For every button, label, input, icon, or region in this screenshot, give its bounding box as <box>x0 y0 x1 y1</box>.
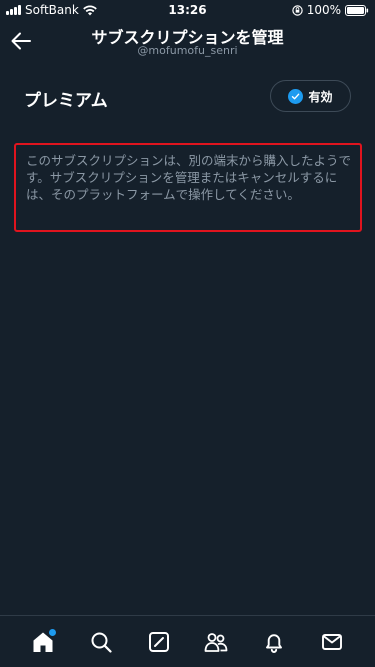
nav-home[interactable] <box>28 627 58 657</box>
wifi-icon <box>83 4 97 15</box>
search-icon <box>91 632 112 653</box>
bottom-nav <box>0 615 375 667</box>
subscription-status-badge[interactable]: 有効 <box>270 80 351 112</box>
orientation-lock-icon <box>291 4 303 16</box>
nav-compose[interactable] <box>144 627 174 657</box>
header: サブスクリプションを管理 @mofumofu_senri <box>0 20 375 66</box>
info-message: このサブスクリプションは、別の端末から購入したようです。サブスクリプションを管理… <box>26 153 352 202</box>
status-label: 有効 <box>308 89 333 104</box>
battery-percent: 100% <box>306 3 341 17</box>
info-message-box: このサブスクリプションは、別の端末から購入したようです。サブスクリプションを管理… <box>14 143 362 232</box>
check-icon <box>288 88 304 104</box>
status-bar: SoftBank 13:26 100% <box>0 0 375 20</box>
battery-icon <box>345 4 369 16</box>
account-username: @mofumofu_senri <box>137 44 238 57</box>
carrier-label: SoftBank <box>25 3 79 17</box>
compose-icon <box>148 631 169 652</box>
notification-dot <box>48 628 56 636</box>
nav-notifications[interactable] <box>259 627 289 657</box>
nav-communities[interactable] <box>201 627 231 657</box>
nav-messages[interactable] <box>317 627 347 657</box>
notifications-icon <box>266 633 283 653</box>
nav-search[interactable] <box>86 627 116 657</box>
signal-icon <box>6 5 21 15</box>
status-right: 100% <box>291 3 369 17</box>
subscription-name: プレミアム <box>24 91 108 111</box>
status-left: SoftBank <box>6 3 97 17</box>
subscription-row: プレミアム 有効 <box>0 80 375 114</box>
communities-icon <box>204 632 228 652</box>
messages-icon <box>322 633 342 650</box>
screen: SoftBank 13:26 100% サブスクリプションを管理 @mofumo… <box>0 0 375 667</box>
